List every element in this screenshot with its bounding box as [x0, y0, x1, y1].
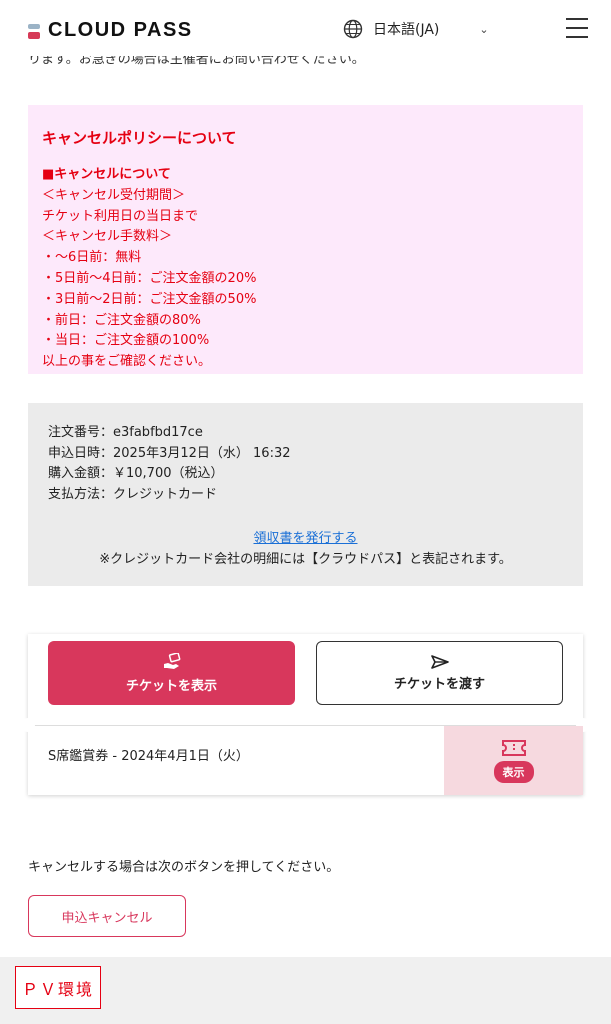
clipped-notice-text: ります。お急ぎの場合は主催者にお問い合わせください。 [28, 56, 365, 67]
cancel-application-button[interactable]: 申込キャンセル [28, 895, 186, 937]
order-number: 注文番号：e3fabfbd17ce [48, 425, 203, 440]
show-ticket-button[interactable]: チケットを表示 [48, 641, 295, 705]
pass-ticket-button[interactable]: チケットを渡す [316, 641, 563, 705]
policy-line: チケット利用日の当日まで [42, 208, 199, 224]
pass-ticket-label: チケットを渡す [393, 676, 485, 692]
ticket-display-button[interactable]: 表示 [444, 726, 583, 795]
language-label: 日本語(JA) [373, 22, 440, 38]
logo-text: CLOUD PASS [48, 19, 193, 41]
language-selector[interactable]: 日本語(JA) ⌄ [343, 19, 489, 39]
ticket-notch [21, 718, 35, 732]
display-badge: 表示 [493, 760, 534, 783]
policy-line: ＜キャンセル手数料＞ [42, 229, 173, 245]
send-icon [430, 654, 449, 669]
logo[interactable]: CLOUD PASS [28, 19, 193, 42]
globe-icon [343, 19, 363, 39]
order-date: 申込日時：2025年3月12日（水） 16:32 [48, 445, 291, 461]
menu-icon[interactable] [566, 18, 588, 38]
issue-receipt-link[interactable]: 領収書を発行する [28, 527, 583, 546]
hand-ticket-icon [163, 652, 180, 669]
ticket-icon [501, 739, 526, 756]
cancel-policy-box: キャンセルポリシーについて ■キャンセルについて ＜キャンセル受付期間＞ チケッ… [28, 105, 583, 374]
policy-line: 以上の事をご確認ください。 [42, 354, 212, 370]
policy-line: ・当日：ご注文金額の100% [42, 333, 210, 349]
page: CLOUD PASS 日本語(JA) ⌄ ります。お急ぎの場合は主催者にお問い合… [0, 0, 611, 1024]
header: CLOUD PASS 日本語(JA) ⌄ [0, 0, 611, 62]
policy-line: ・前日：ご注文金額の80% [42, 312, 201, 328]
policy-line: ・3日前〜2日前：ご注文金額の50% [42, 291, 257, 307]
order-info-box: 注文番号：e3fabfbd17ce 申込日時：2025年3月12日（水） 16:… [28, 403, 583, 586]
cancel-instruction: キャンセルする場合は次のボタンを押してください。 [28, 860, 340, 875]
policy-line: ＜キャンセル受付期間＞ [42, 187, 186, 203]
chevron-down-icon: ⌄ [479, 22, 489, 36]
environment-label: ＰＶ環境 [15, 966, 101, 1009]
policy-line: ■キャンセルについて [42, 167, 171, 182]
show-ticket-label: チケットを表示 [125, 678, 217, 694]
policy-line: ・5日前〜4日前：ご注文金額の20% [42, 270, 257, 286]
logo-mark-icon [28, 22, 40, 40]
ticket-name: S席鑑賞券 - 2024年4月1日（火） [48, 749, 249, 764]
payment-method: 支払方法：クレジットカード [48, 486, 218, 502]
cancel-policy-title: キャンセルポリシーについて [42, 129, 237, 147]
card-statement-note: ※クレジットカード会社の明細には【クラウドパス】と表記されます。 [99, 552, 512, 567]
ticket-card: チケットを表示 チケットを渡す S席鑑賞券 - 2024年4月1日（火） 表示 [21, 634, 590, 795]
policy-line: ・〜6日前：無料 [42, 250, 142, 266]
order-amount: 購入金額：￥10,700（税込） [48, 466, 224, 481]
